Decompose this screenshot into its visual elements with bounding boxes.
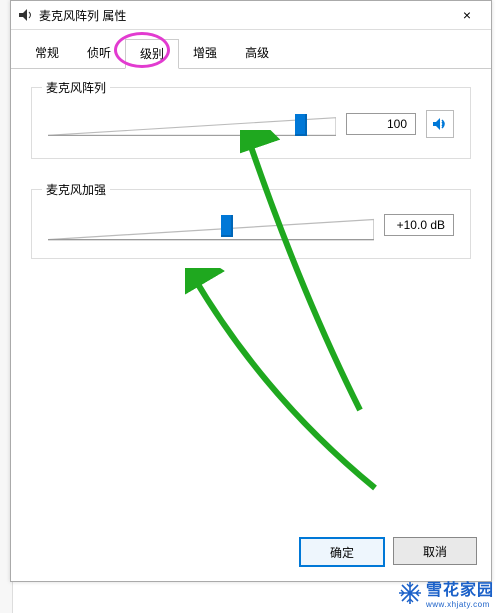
audio-device-icon [19, 9, 33, 21]
ok-button[interactable]: 确定 [299, 537, 385, 567]
window-title: 麦克风阵列 属性 [39, 7, 447, 24]
properties-dialog: 麦克风阵列 属性 × 常规 侦听 级别 增强 高级 麦克风阵列 100 [10, 0, 492, 582]
watermark: 雪花家园 www.xhjaty.com [398, 576, 494, 609]
cancel-button[interactable]: 取消 [393, 537, 477, 565]
titlebar: 麦克风阵列 属性 × [11, 1, 491, 30]
mic-array-slider[interactable] [48, 111, 336, 137]
tab-advanced[interactable]: 高级 [231, 39, 283, 69]
speaker-icon [432, 116, 448, 132]
group-mic-array-label: 麦克风阵列 [42, 79, 110, 96]
mic-array-value[interactable]: 100 [346, 113, 416, 135]
tab-bar: 常规 侦听 级别 增强 高级 [11, 30, 491, 69]
mic-boost-slider-thumb[interactable] [221, 215, 233, 237]
mic-array-slider-thumb[interactable] [295, 114, 307, 136]
tab-levels[interactable]: 级别 [125, 39, 179, 69]
mute-button[interactable] [426, 110, 454, 138]
tab-content-levels: 麦克风阵列 100 [11, 69, 491, 299]
close-button[interactable]: × [447, 2, 487, 28]
watermark-text: 雪花家园 [426, 576, 494, 600]
snowflake-icon [398, 581, 422, 605]
mic-boost-slider[interactable] [48, 212, 374, 238]
tab-general[interactable]: 常规 [21, 39, 73, 69]
group-mic-array: 麦克风阵列 100 [31, 87, 471, 159]
group-mic-boost: 麦克风加强 +10.0 dB [31, 189, 471, 259]
group-mic-boost-label: 麦克风加强 [42, 181, 110, 198]
watermark-url: www.xhjaty.com [426, 600, 494, 609]
tab-enhance[interactable]: 增强 [179, 39, 231, 69]
tab-listen[interactable]: 侦听 [73, 39, 125, 69]
mic-boost-value[interactable]: +10.0 dB [384, 214, 454, 236]
